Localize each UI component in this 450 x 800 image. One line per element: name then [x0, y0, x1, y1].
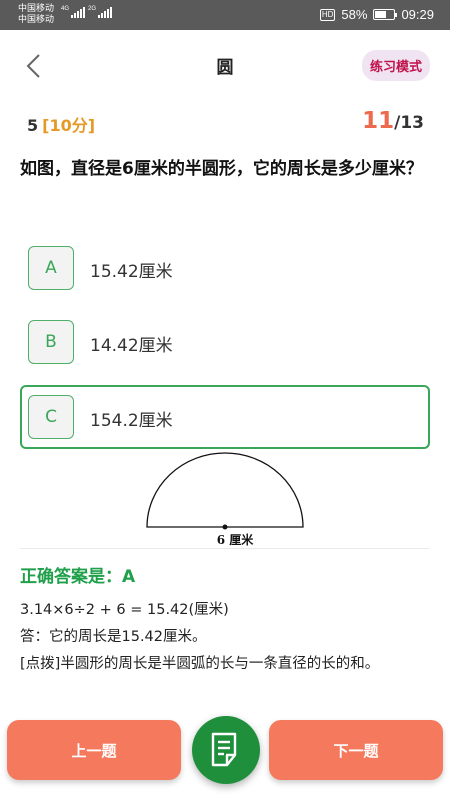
next-question-button[interactable]: 下一题	[269, 720, 443, 780]
battery-icon	[373, 9, 398, 20]
practice-mode-button[interactable]: 练习模式	[361, 50, 430, 81]
option-letter: A	[28, 246, 74, 290]
correct-answer: 正确答案是：A	[20, 567, 136, 587]
status-bar: 中国移动 中国移动 4G 2G HD 58% 09:29	[0, 0, 450, 30]
answer-sheet-button[interactable]	[192, 716, 260, 784]
clock: 09:29	[401, 7, 434, 22]
signal-2-icon: 2G	[88, 6, 113, 18]
question-score: [10分]	[42, 116, 96, 135]
progress-current: 11	[362, 108, 395, 134]
option-text: 14.42厘米	[90, 336, 173, 356]
signal-1-icon: 4G	[61, 6, 86, 18]
answer-sheet-icon	[211, 732, 237, 767]
network-type-2: 2G	[88, 6, 97, 12]
semicircle-figure: 6 厘米	[146, 452, 304, 547]
carrier-1: 中国移动	[18, 3, 55, 13]
semicircle-arc	[146, 452, 304, 528]
prev-question-button[interactable]: 上一题	[7, 720, 181, 780]
explanation-tip: [点拨]半圆形的周长是半圆弧的长与一条直径的长的和。	[20, 656, 380, 672]
question-meta: 5 [10分] 11/13	[0, 106, 450, 138]
center-point	[222, 524, 228, 530]
option-text: 154.2厘米	[90, 411, 173, 431]
explanation: 3.14×6÷2 + 6 = 15.42(厘米) 答：它的周长是15.42厘米。…	[20, 597, 430, 678]
option-a[interactable]: A 15.42厘米	[20, 236, 430, 300]
diameter-label: 6 厘米	[217, 532, 255, 547]
divider	[20, 548, 430, 549]
progress-total: /13	[394, 113, 424, 133]
carrier-info: 中国移动 中国移动	[18, 3, 54, 25]
header: 圆 练习模式	[0, 30, 450, 102]
question-progress: 11/13	[362, 108, 424, 134]
explanation-formula: 3.14×6÷2 + 6 = 15.42(厘米)	[20, 602, 229, 618]
battery-fill	[375, 11, 386, 18]
option-text: 15.42厘米	[90, 262, 173, 282]
battery-percent: 58%	[341, 7, 368, 22]
hd-icon: HD	[319, 8, 336, 21]
option-letter: C	[28, 395, 74, 439]
status-right: HD 58% 09:29	[319, 7, 434, 22]
network-type-1: 4G	[61, 6, 70, 12]
option-b[interactable]: B 14.42厘米	[20, 310, 430, 374]
explanation-conclusion: 答：它的周长是15.42厘米。	[20, 629, 207, 645]
question-number: 5	[27, 116, 39, 135]
option-letter: B	[28, 320, 74, 364]
question-number-row: 5 [10分]	[27, 112, 95, 136]
question-text: 如图，直径是6厘米的半圆形，它的周长是多少厘米？	[20, 159, 423, 179]
carrier-2: 中国移动	[18, 14, 55, 24]
option-c[interactable]: C 154.2厘米	[20, 385, 430, 449]
